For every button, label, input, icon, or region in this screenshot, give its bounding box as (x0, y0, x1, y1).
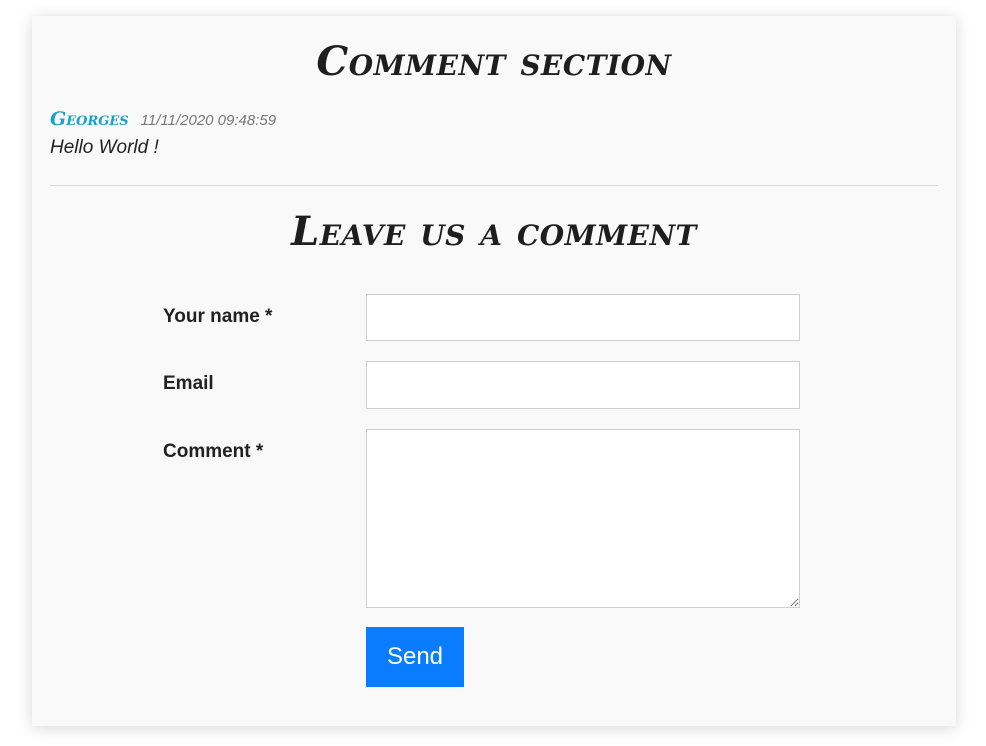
name-input[interactable] (366, 294, 800, 341)
comment-label: Comment * (163, 441, 264, 462)
comment-textarea[interactable] (366, 429, 800, 608)
comment-text: Hello World ! (50, 137, 159, 158)
comment-date: 11/11/2020 09:48:59 (140, 112, 277, 129)
email-input[interactable] (366, 361, 800, 409)
page-title: Comment section (316, 38, 672, 85)
form-title: Leave us a comment (291, 208, 697, 255)
comment-author: Georges (50, 108, 129, 130)
divider (50, 185, 938, 186)
send-button[interactable]: Send (366, 627, 464, 687)
name-label: Your name * (163, 306, 273, 327)
comment-header: Georges 11/11/2020 09:48:59 (50, 108, 276, 130)
email-label: Email (163, 373, 214, 394)
comment-card: Comment section Georges 11/11/2020 09:48… (32, 16, 956, 726)
